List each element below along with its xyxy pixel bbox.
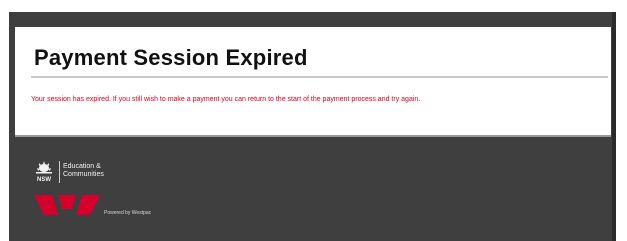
title-underline [31,76,608,78]
westpac-logo-icon [34,195,100,215]
page-title: Payment Session Expired [34,45,308,70]
page-frame: Payment Session Expired Your session has… [9,12,616,241]
education-communities-text: Education & Communities [63,163,104,179]
content-panel: Payment Session Expired Your session has… [15,27,611,135]
powered-by-westpac: Powered by Westpac [104,210,152,216]
education-line: Education & [63,163,101,170]
logo-separator [59,161,60,183]
nsw-waratah-icon: NSW [36,161,52,183]
footer-divider [15,135,611,137]
communities-line: Communities [63,171,104,178]
nsw-label: NSW [37,177,51,183]
session-expired-message: Your session has expired. If you still w… [31,96,421,103]
frame-edge [612,12,616,241]
